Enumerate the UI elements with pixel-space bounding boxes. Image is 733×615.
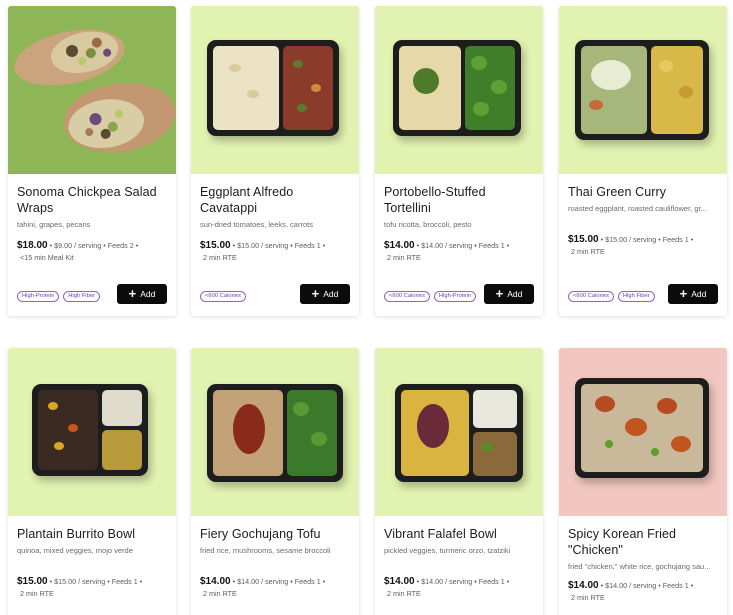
meal-tags: <600 Calories High-Protein [384, 291, 477, 302]
meal-tags: High-Protein High Fiber [17, 291, 100, 302]
add-button[interactable]: + Add [668, 284, 718, 304]
meal-serving-info: • $14.00 / serving • Feeds 1 • [600, 581, 694, 590]
meal-price-line: $15.00 • $15.00 / serving • Feeds 1 • [568, 234, 718, 246]
meal-card[interactable]: Fiery Gochujang Tofu fried rice, mushroo… [191, 348, 359, 615]
meal-price-line: $14.00 • $14.00 / serving • Feeds 1 • [568, 580, 718, 592]
tortellini-tray-photo[interactable] [375, 6, 543, 174]
meal-price-line: $15.00 • $15.00 / serving • Feeds 1 • [200, 240, 350, 252]
meal-title[interactable]: Thai Green Curry [568, 184, 718, 200]
meal-tray [393, 40, 521, 136]
plus-icon: + [311, 286, 320, 301]
meal-tag: High-Protein [433, 291, 477, 302]
meal-price-line: $15.00 • $15.00 / serving • Feeds 1 • [17, 576, 167, 588]
meal-description: quinoa, mixed veggies, mojo verde [17, 546, 133, 555]
meal-price: $15.00 [568, 234, 599, 245]
meal-title[interactable]: Plantain Burrito Bowl [17, 526, 167, 542]
meal-title[interactable]: Portobello-Stuffed Tortellini [384, 184, 534, 216]
chickpea-wrap-photo[interactable] [8, 6, 176, 174]
add-button[interactable]: + Add [117, 284, 167, 304]
meal-price: $14.00 [384, 576, 415, 587]
meal-prep-info: 2 min RTE [203, 253, 237, 262]
add-button-label: Add [323, 289, 339, 299]
meal-serving-info: • $14.00 / serving • Feeds 1 • [416, 241, 510, 250]
meal-title[interactable]: Spicy Korean Fried "Chicken" [568, 526, 718, 558]
meal-tray [207, 384, 343, 482]
meal-prep-info: 2 min RTE [20, 589, 54, 598]
meal-serving-info: • $14.00 / serving • Feeds 1 • [232, 577, 326, 586]
falafel-bowl-tray-photo[interactable] [375, 348, 543, 516]
meal-prep-info: <15 min Meal Kit [20, 253, 74, 262]
meal-description: tofu ricotta, broccoli, pesto [384, 220, 472, 229]
meal-title[interactable]: Sonoma Chickpea Salad Wraps [17, 184, 167, 216]
burrito-bowl-tray-photo[interactable] [8, 348, 176, 516]
meal-description: fried "chicken," white rice, gochujang s… [568, 562, 711, 571]
meal-serving-info: • $9.00 / serving • Feeds 2 • [49, 241, 139, 250]
meal-tag: <600 Calories [568, 291, 614, 302]
meal-tray [207, 40, 339, 136]
meal-serving-info: • $15.00 / serving • Feeds 1 • [49, 577, 143, 586]
meal-title[interactable]: Vibrant Falafel Bowl [384, 526, 534, 542]
meal-description: sun-dried tomatoes, leeks, carrots [200, 220, 313, 229]
cavatappi-tray-photo[interactable] [191, 6, 359, 174]
meal-tray [395, 384, 523, 482]
meal-tags: <600 Calories High Fiber [568, 291, 655, 302]
meal-card[interactable]: Vibrant Falafel Bowl pickled veggies, tu… [375, 348, 543, 615]
meal-price-line: $18.00 • $9.00 / serving • Feeds 2 • [17, 240, 167, 252]
green-curry-tray-photo[interactable] [559, 6, 727, 174]
meal-tray [32, 384, 148, 476]
add-button-label: Add [691, 289, 707, 299]
meal-prep-info: 2 min RTE [571, 593, 605, 602]
meal-serving-info: • $15.00 / serving • Feeds 1 • [600, 235, 694, 244]
meal-prep-info: 2 min RTE [387, 253, 421, 262]
meal-serving-info: • $14.00 / serving • Feeds 1 • [416, 577, 510, 586]
meal-card[interactable]: Plantain Burrito Bowl quinoa, mixed vegg… [8, 348, 176, 615]
plus-icon: + [679, 286, 688, 301]
plus-icon: + [128, 286, 137, 301]
meal-prep-info: 2 min RTE [387, 589, 421, 598]
korean-chicken-tray-photo[interactable] [559, 348, 727, 516]
meal-prep-info: 2 min RTE [203, 589, 237, 598]
meal-tag: High Fiber [617, 291, 655, 302]
meal-price: $14.00 [568, 580, 599, 591]
meal-title[interactable]: Fiery Gochujang Tofu [200, 526, 350, 542]
meal-tag: <600 Calories [200, 291, 246, 302]
meal-tag: High Fiber [63, 291, 100, 302]
meal-card[interactable]: Sonoma Chickpea Salad Wraps tahini, grap… [8, 6, 176, 316]
meal-price-line: $14.00 • $14.00 / serving • Feeds 1 • [384, 240, 534, 252]
meal-tag: High-Protein [17, 291, 60, 302]
meal-description: pickled veggies, turmeric orzo, tzatziki [384, 546, 511, 555]
meal-card[interactable]: Thai Green Curry roasted eggplant, roast… [559, 6, 727, 316]
plus-icon: + [495, 286, 504, 301]
meal-price: $15.00 [200, 240, 231, 251]
add-button-label: Add [140, 289, 156, 299]
meal-tags: <600 Calories [200, 291, 246, 302]
add-button[interactable]: + Add [484, 284, 534, 304]
meal-price: $14.00 [384, 240, 415, 251]
meal-card[interactable]: Portobello-Stuffed Tortellini tofu ricot… [375, 6, 543, 316]
meal-description: fried rice, mushrooms, sesame broccoli [200, 546, 331, 555]
meal-price: $15.00 [17, 576, 48, 587]
meal-price: $14.00 [200, 576, 231, 587]
gochujang-tofu-tray-photo[interactable] [191, 348, 359, 516]
meal-price-line: $14.00 • $14.00 / serving • Feeds 1 • [384, 576, 534, 588]
meal-prep-info: 2 min RTE [571, 247, 605, 256]
meal-price: $18.00 [17, 240, 48, 251]
meal-price-line: $14.00 • $14.00 / serving • Feeds 1 • [200, 576, 350, 588]
meal-tray [575, 40, 709, 140]
meal-card[interactable]: Spicy Korean Fried "Chicken" fried "chic… [559, 348, 727, 615]
add-button[interactable]: + Add [300, 284, 350, 304]
meal-description: roasted eggplant, roasted cauliflower, g… [568, 204, 707, 213]
meal-description: tahini, grapes, pecans [17, 220, 91, 229]
meal-card[interactable]: Eggplant Alfredo Cavatappi sun-dried tom… [191, 6, 359, 316]
add-button-label: Add [507, 289, 523, 299]
meal-serving-info: • $15.00 / serving • Feeds 1 • [232, 241, 326, 250]
meal-tray [575, 378, 709, 478]
meal-title[interactable]: Eggplant Alfredo Cavatappi [200, 184, 350, 216]
meal-tag: <600 Calories [384, 291, 430, 302]
